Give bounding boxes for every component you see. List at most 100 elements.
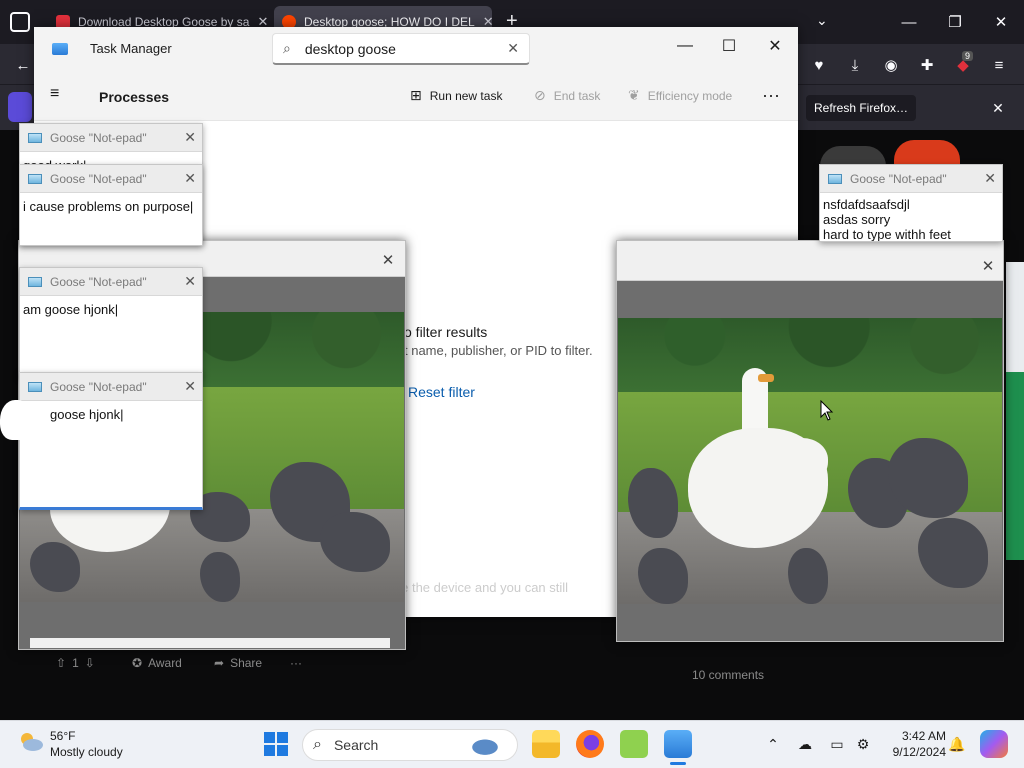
active-app-indicator bbox=[670, 762, 686, 765]
show-hidden-icons-chevron-icon[interactable]: ⌃ bbox=[762, 734, 784, 754]
vote-count: 1 bbox=[72, 656, 79, 670]
downvote-icon[interactable]: ⇩ bbox=[85, 656, 95, 670]
close-window-button[interactable]: ✕ bbox=[752, 31, 798, 61]
notepad-icon bbox=[28, 173, 42, 184]
award-button[interactable]: ✪ Award bbox=[132, 656, 182, 670]
notepad-title: Goose "Not-epad" bbox=[50, 379, 147, 394]
notepad-titlebar[interactable]: Goose "Not-epad" ✕ bbox=[20, 268, 202, 296]
notepad-title: Goose "Not-epad" bbox=[50, 274, 147, 289]
goose-notepad-window[interactable]: Goose "Not-epad" ✕ nsfdafdsaafsdjl asdas… bbox=[819, 164, 1003, 242]
refresh-firefox-button[interactable]: Refresh Firefox… bbox=[806, 95, 916, 121]
run-task-icon: ⊞ bbox=[410, 87, 422, 103]
clock-date[interactable]: 9/12/2024 bbox=[870, 745, 946, 759]
share-icon: ➦ bbox=[214, 656, 225, 670]
close-icon[interactable]: ✕ bbox=[184, 170, 196, 187]
reset-filter-link[interactable]: Reset filter bbox=[408, 384, 475, 400]
weather-description[interactable]: Mostly cloudy bbox=[50, 745, 123, 759]
close-icon[interactable]: ✕ bbox=[978, 256, 998, 276]
copilot-icon[interactable] bbox=[980, 730, 1008, 758]
firefox-icon[interactable] bbox=[576, 730, 604, 758]
share-button[interactable]: ➦ Share bbox=[214, 656, 262, 670]
close-icon[interactable]: ✕ bbox=[184, 273, 196, 290]
back-arrow-icon[interactable]: ← bbox=[10, 52, 36, 78]
notepad-icon bbox=[828, 173, 842, 184]
search-placeholder: Search bbox=[333, 737, 379, 753]
leaf-icon: ❦ bbox=[628, 87, 640, 103]
goose-notepad-window[interactable]: Goose "Not-epad" ✕ i cause problems on p… bbox=[19, 164, 203, 246]
clock-time[interactable]: 3:42 AM bbox=[880, 729, 946, 743]
task-manager-taskbar-icon[interactable] bbox=[664, 730, 692, 758]
empty-state-title: o filter results bbox=[404, 324, 488, 340]
goose-gif-image bbox=[618, 318, 1002, 604]
minimize-button[interactable]: — bbox=[662, 31, 708, 61]
hamburger-menu-icon[interactable]: ≡ bbox=[50, 85, 70, 105]
notifications-bell-icon[interactable]: 🔔 bbox=[946, 734, 968, 754]
close-icon[interactable]: ✕ bbox=[984, 170, 996, 187]
minimize-button[interactable]: — bbox=[886, 0, 932, 44]
window-title: Task Manager bbox=[90, 41, 172, 56]
account-icon[interactable]: ◉ bbox=[878, 52, 904, 78]
pocket-icon[interactable]: ♥ bbox=[806, 52, 832, 78]
video-scrollbar[interactable] bbox=[30, 638, 390, 648]
more-button[interactable]: ··· bbox=[290, 656, 302, 670]
close-icon[interactable]: ✕ bbox=[184, 378, 196, 395]
search-icon: ⌕ bbox=[313, 736, 322, 753]
notepad-text[interactable]: i cause problems on purpose| bbox=[20, 193, 202, 221]
notepad-titlebar[interactable]: Goose "Not-epad" ✕ bbox=[20, 165, 202, 193]
run-new-task-label: Run new task bbox=[429, 88, 503, 103]
empty-state-hint: t name, publisher, or PID to filter. bbox=[404, 343, 593, 358]
extensions-icon[interactable]: ✚ bbox=[914, 52, 940, 78]
notepad-titlebar[interactable]: Goose "Not-epad" ✕ bbox=[20, 124, 202, 152]
end-task-button[interactable]: ⊘ End task bbox=[534, 87, 600, 104]
app-menu-icon[interactable]: ≡ bbox=[986, 52, 1012, 78]
upvote-icon: ⇧ bbox=[56, 656, 67, 670]
search-icon: ⌕ bbox=[283, 40, 291, 56]
notepad-titlebar[interactable]: Goose "Not-epad" ✕ bbox=[20, 373, 202, 401]
page-title: Processes bbox=[99, 89, 170, 105]
cloud-weather-icon[interactable] bbox=[18, 730, 44, 752]
goose-notepad-window[interactable]: Goose "Not-epad" ✕ am goose hjonk| bbox=[19, 267, 203, 377]
close-window-button[interactable]: ✕ bbox=[978, 0, 1024, 44]
notepad-title: Goose "Not-epad" bbox=[850, 171, 947, 186]
notepad-titlebar[interactable]: Goose "Not-epad" ✕ bbox=[820, 165, 1002, 193]
list-all-tabs-chevron-icon[interactable]: ⌄ bbox=[816, 12, 828, 29]
more-options-icon[interactable]: ··· bbox=[762, 85, 780, 106]
onedrive-offline-icon[interactable]: ☁ bbox=[794, 734, 816, 754]
side-panel-green bbox=[1006, 370, 1024, 560]
notes-app-icon[interactable] bbox=[620, 730, 648, 758]
maximize-button[interactable]: ☐ bbox=[706, 31, 752, 61]
share-label: Share bbox=[230, 656, 263, 670]
close-icon[interactable]: ✕ bbox=[378, 250, 398, 270]
notepad-text[interactable]: goose hjonk| bbox=[20, 401, 202, 429]
efficiency-mode-button[interactable]: ❦ Efficiency mode bbox=[628, 87, 732, 104]
downloads-icon[interactable]: ⤓ bbox=[842, 52, 868, 78]
award-icon: ✪ bbox=[132, 656, 143, 670]
display-icon[interactable]: ▭ bbox=[826, 734, 848, 754]
task-manager-logo-icon bbox=[52, 43, 68, 55]
weather-temperature[interactable]: 56°F bbox=[50, 729, 75, 743]
clear-search-icon[interactable]: ✕ bbox=[507, 40, 519, 57]
goose-notepad-window[interactable]: Goose "Not-epad" ✕ goose hjonk| bbox=[19, 372, 203, 510]
file-explorer-icon[interactable] bbox=[532, 730, 560, 758]
comments-count[interactable]: 10 comments bbox=[692, 668, 764, 682]
start-button[interactable] bbox=[264, 732, 288, 756]
notification-info-icon bbox=[8, 92, 32, 122]
end-task-icon: ⊘ bbox=[534, 87, 546, 103]
taskbar-search-input[interactable]: ⌕ Search bbox=[302, 729, 518, 761]
notepad-title: Goose "Not-epad" bbox=[50, 171, 147, 186]
close-icon[interactable]: ✕ bbox=[184, 129, 196, 146]
dolphin-search-highlight-icon bbox=[463, 734, 507, 756]
notepad-text[interactable]: am goose hjonk| bbox=[20, 296, 202, 324]
run-new-task-button[interactable]: ⊞ Run new task bbox=[410, 87, 502, 104]
goose-sprite[interactable] bbox=[0, 400, 30, 440]
notepad-title: Goose "Not-epad" bbox=[50, 130, 147, 145]
upvote-button[interactable]: ⇧ 1 ⇩ bbox=[56, 656, 95, 670]
close-icon[interactable]: ✕ bbox=[988, 98, 1008, 118]
firefox-view-icon[interactable] bbox=[10, 12, 30, 32]
efficiency-mode-label: Efficiency mode bbox=[647, 88, 733, 103]
notepad-text[interactable]: nsfdafdsaafsdjl asdas sorry hard to type… bbox=[820, 193, 1002, 241]
end-task-label: End task bbox=[553, 88, 601, 103]
maximize-button[interactable]: ❐ bbox=[932, 0, 978, 44]
video-window-titlebar[interactable] bbox=[617, 241, 1003, 281]
search-input[interactable]: ⌕ desktop goose ✕ bbox=[272, 33, 530, 65]
